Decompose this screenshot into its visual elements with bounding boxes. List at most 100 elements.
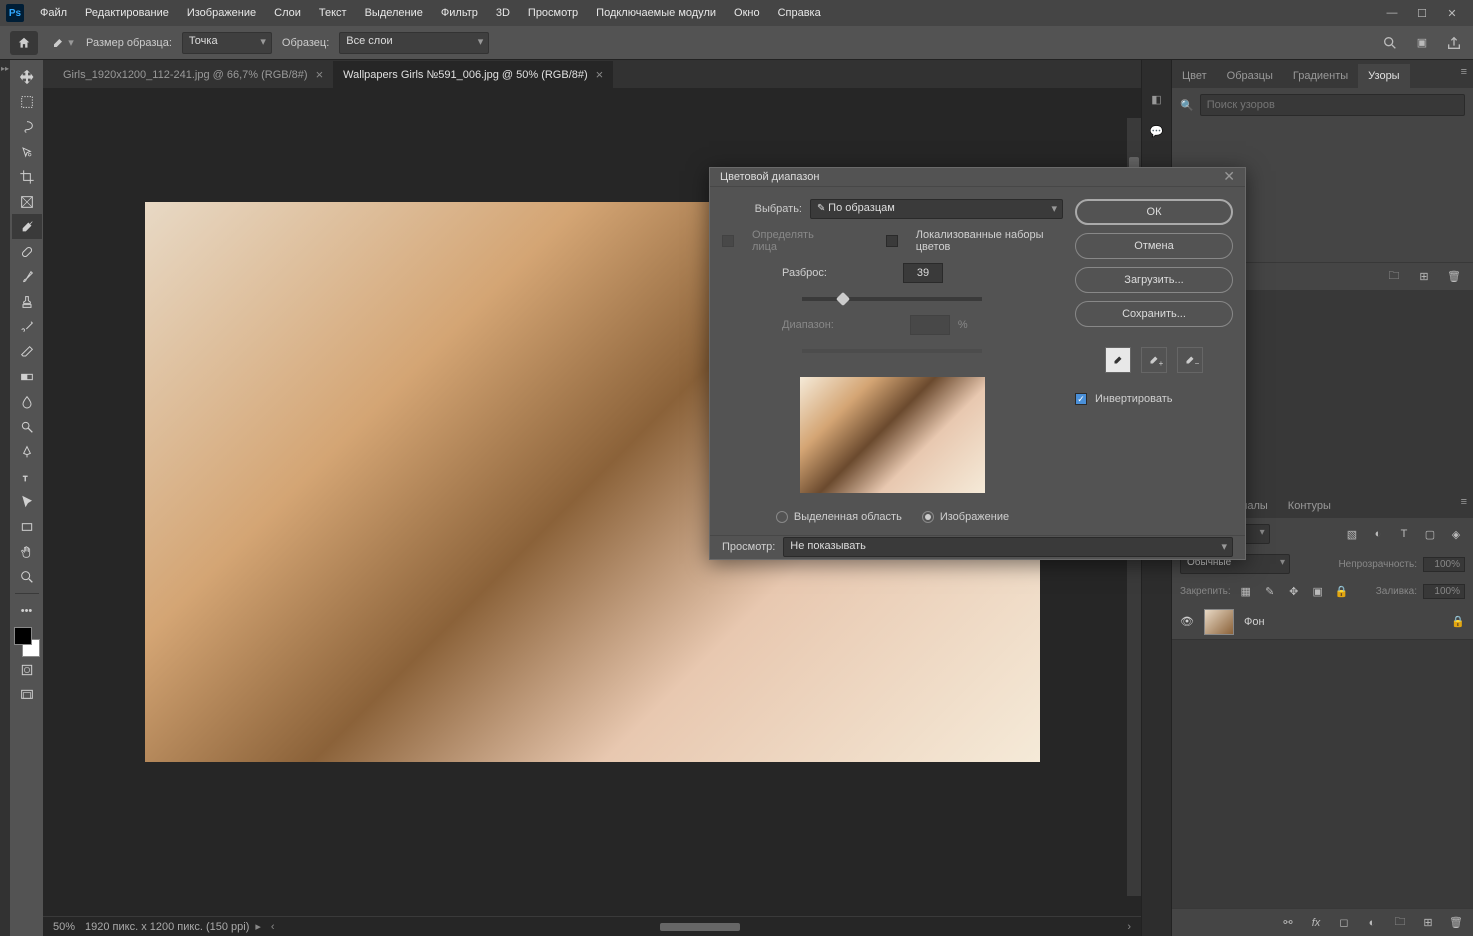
home-button[interactable]	[10, 31, 38, 55]
shape-tool[interactable]	[12, 514, 42, 539]
mask-icon[interactable]: ◻	[1335, 914, 1353, 932]
ok-button[interactable]: ОК	[1075, 199, 1233, 225]
close-tab-icon[interactable]: ×	[316, 67, 324, 82]
marquee-tool[interactable]	[12, 89, 42, 114]
document-tab[interactable]: Wallpapers Girls №591_006.jpg @ 50% (RGB…	[333, 61, 613, 88]
frame-tool[interactable]	[12, 189, 42, 214]
tab-paths[interactable]: Контуры	[1278, 494, 1341, 518]
link-icon[interactable]: ⚯	[1279, 914, 1297, 932]
type-tool[interactable]: T	[12, 464, 42, 489]
layer-row[interactable]: 👁 Фон 🔒	[1172, 604, 1473, 640]
select-dropdown[interactable]: ✎ По образцам	[810, 199, 1063, 219]
history-brush-tool[interactable]	[12, 314, 42, 339]
trash-icon[interactable]: 🗑	[1445, 268, 1463, 286]
selection-preview[interactable]	[800, 377, 985, 493]
share-icon[interactable]	[1445, 34, 1463, 52]
menu-3d[interactable]: 3D	[488, 3, 518, 23]
eyedropper-add-icon[interactable]: +	[1141, 347, 1167, 373]
dodge-tool[interactable]	[12, 414, 42, 439]
nav-right-icon[interactable]: ›	[1127, 921, 1131, 933]
close-dialog-icon[interactable]: ✕	[1223, 168, 1235, 185]
close-window-button[interactable]: ✕	[1437, 3, 1467, 23]
fuzziness-input[interactable]	[903, 263, 943, 283]
menu-file[interactable]: Файл	[32, 3, 75, 23]
sample-select[interactable]: Все слои	[339, 32, 489, 54]
menu-select[interactable]: Выделение	[357, 3, 431, 23]
lasso-tool[interactable]	[12, 114, 42, 139]
eyedropper-tool[interactable]	[12, 214, 42, 239]
search-icon[interactable]	[1381, 34, 1399, 52]
gutter-toggle-icon[interactable]: ▸▸	[1, 64, 9, 73]
document-tab[interactable]: Girls_1920x1200_112-241.jpg @ 66,7% (RGB…	[53, 61, 333, 88]
eraser-tool[interactable]	[12, 339, 42, 364]
pattern-search-input[interactable]	[1200, 94, 1465, 116]
hand-tool[interactable]	[12, 539, 42, 564]
lock-transparent-icon[interactable]: ▦	[1237, 582, 1255, 600]
cancel-button[interactable]: Отмена	[1075, 233, 1233, 259]
edit-toolbar[interactable]: •••	[12, 598, 42, 623]
filter-adjust-icon[interactable]: ◐	[1369, 525, 1387, 543]
horizontal-scrollbar[interactable]	[295, 922, 1108, 932]
path-select-tool[interactable]	[12, 489, 42, 514]
stamp-tool[interactable]	[12, 289, 42, 314]
preview-selection-radio[interactable]	[776, 511, 788, 523]
preview-mode-select[interactable]: Не показывать	[783, 537, 1233, 557]
menu-text[interactable]: Текст	[311, 3, 355, 23]
quick-select-tool[interactable]	[12, 139, 42, 164]
color-swatch[interactable]	[12, 627, 42, 657]
menu-window[interactable]: Окно	[726, 3, 768, 23]
menu-view[interactable]: Просмотр	[520, 3, 586, 23]
lock-pixels-icon[interactable]: ✎	[1261, 582, 1279, 600]
menu-filter[interactable]: Фильтр	[433, 3, 486, 23]
layer-thumbnail[interactable]	[1204, 609, 1234, 635]
tab-gradients[interactable]: Градиенты	[1283, 64, 1358, 88]
menu-edit[interactable]: Редактирование	[77, 3, 177, 23]
blur-tool[interactable]	[12, 389, 42, 414]
load-button[interactable]: Загрузить...	[1075, 267, 1233, 293]
tab-color[interactable]: Цвет	[1172, 64, 1217, 88]
fx-icon[interactable]: fx	[1307, 914, 1325, 932]
zoom-level[interactable]: 50%	[53, 921, 75, 933]
brush-tool[interactable]	[12, 264, 42, 289]
arrange-icon[interactable]: ▣	[1413, 34, 1431, 52]
quick-mask-tool[interactable]	[12, 657, 42, 682]
close-tab-icon[interactable]: ×	[596, 67, 604, 82]
nav-left-icon[interactable]: ‹	[271, 921, 275, 933]
tab-patterns[interactable]: Узоры	[1358, 64, 1409, 88]
fuzziness-slider[interactable]	[802, 297, 982, 301]
group-icon[interactable]: 🗀	[1391, 914, 1409, 932]
pen-tool[interactable]	[12, 439, 42, 464]
lock-position-icon[interactable]: ✥	[1285, 582, 1303, 600]
document-info[interactable]: 1920 пикс. x 1200 пикс. (150 ppi)	[85, 920, 261, 933]
filter-smart-icon[interactable]: ◈	[1447, 525, 1465, 543]
folder-icon[interactable]: 🗀	[1385, 268, 1403, 286]
adjustment-icon[interactable]: ◐	[1363, 914, 1381, 932]
menu-help[interactable]: Справка	[770, 3, 829, 23]
preview-image-radio[interactable]	[922, 511, 934, 523]
collapsed-panel-icon[interactable]: 💬	[1148, 122, 1166, 140]
sample-size-select[interactable]: Точка	[182, 32, 272, 54]
gradient-tool[interactable]	[12, 364, 42, 389]
move-tool[interactable]	[12, 64, 42, 89]
healing-tool[interactable]	[12, 239, 42, 264]
minimize-button[interactable]: —	[1377, 3, 1407, 23]
maximize-button[interactable]: ☐	[1407, 3, 1437, 23]
panel-menu-icon[interactable]: ≡	[1461, 496, 1467, 508]
visibility-icon[interactable]: 👁	[1180, 615, 1194, 629]
screen-mode-tool[interactable]	[12, 682, 42, 707]
lock-artboard-icon[interactable]: ▣	[1309, 582, 1327, 600]
filter-type-icon[interactable]: T	[1395, 525, 1413, 543]
save-button[interactable]: Сохранить...	[1075, 301, 1233, 327]
filter-shape-icon[interactable]: ▢	[1421, 525, 1439, 543]
menu-image[interactable]: Изображение	[179, 3, 264, 23]
delete-layer-icon[interactable]: 🗑	[1447, 914, 1465, 932]
foreground-color[interactable]	[14, 627, 32, 645]
panel-menu-icon[interactable]: ≡	[1461, 66, 1467, 78]
invert-checkbox[interactable]	[1075, 393, 1087, 405]
dialog-titlebar[interactable]: Цветовой диапазон ✕	[710, 168, 1245, 187]
lock-all-icon[interactable]: 🔒	[1333, 582, 1351, 600]
eyedropper-sample-icon[interactable]	[1105, 347, 1131, 373]
collapsed-panel-icon[interactable]: ◧	[1148, 90, 1166, 108]
eyedropper-subtract-icon[interactable]: −	[1177, 347, 1203, 373]
tab-swatches[interactable]: Образцы	[1217, 64, 1283, 88]
